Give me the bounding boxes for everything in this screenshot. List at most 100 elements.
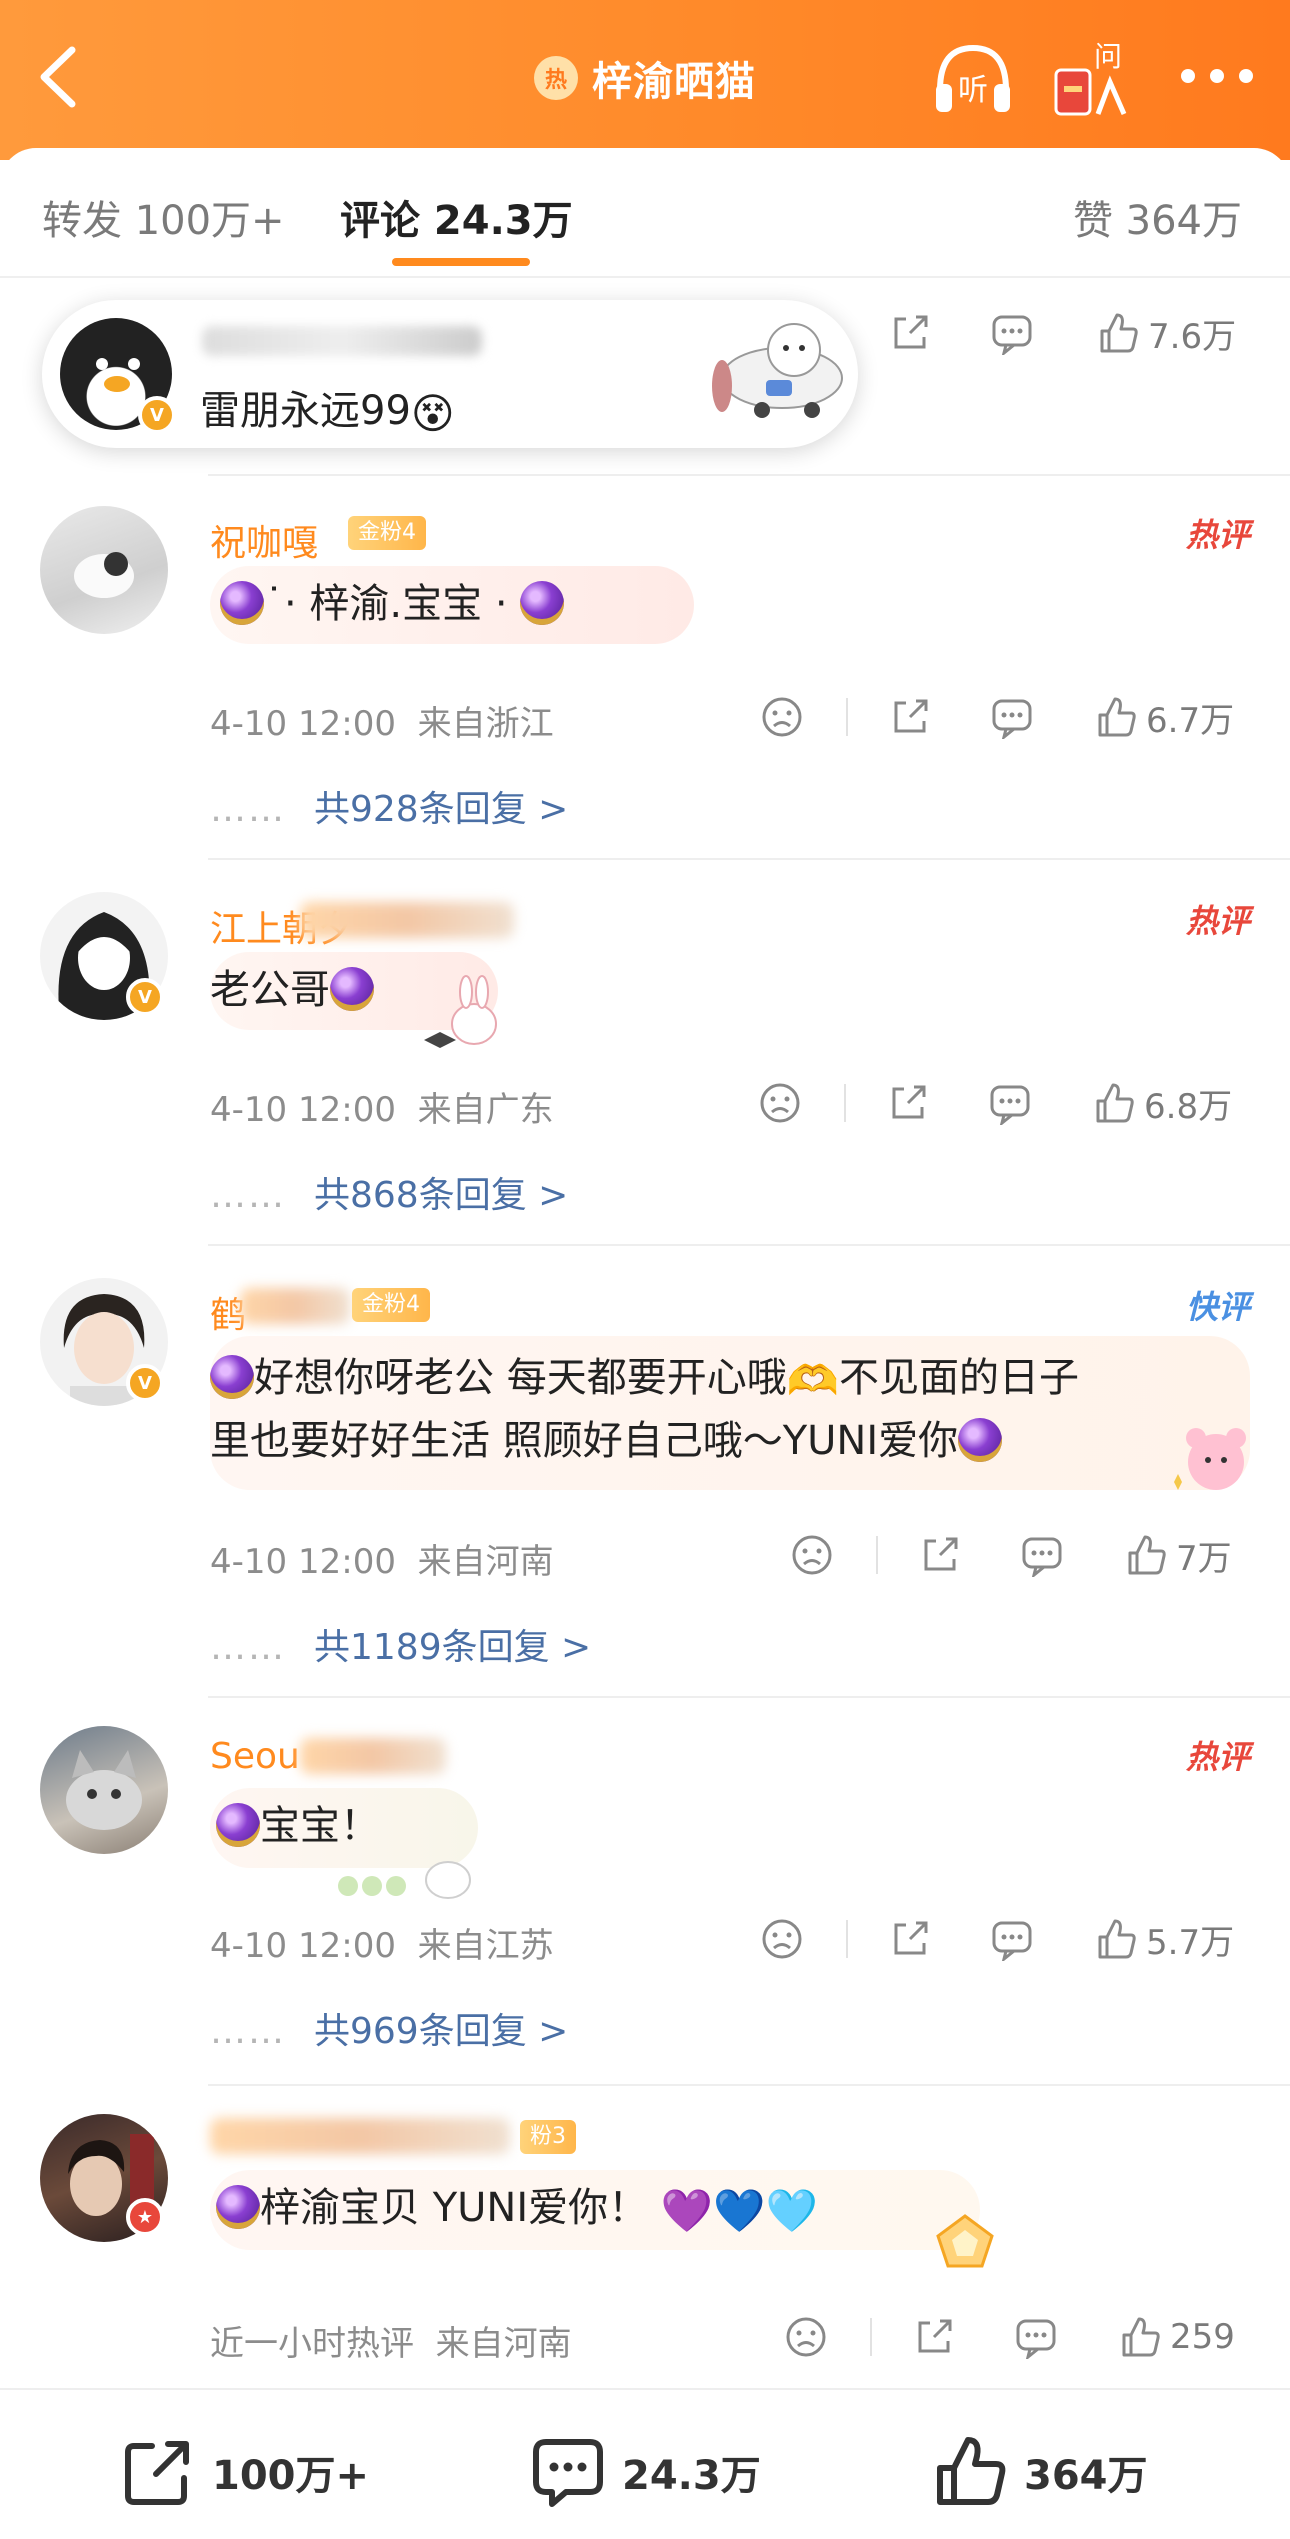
comment-meta: 近一小时热评 来自河南	[210, 2324, 572, 2364]
comment-icon	[1016, 2319, 1056, 2359]
comment-text: 老公哥	[210, 960, 374, 1020]
comment-button[interactable]	[1014, 2312, 1058, 2362]
comment-button[interactable]	[990, 1914, 1034, 1964]
comment-meta: 4-10 12:00 来自浙江	[210, 704, 554, 744]
comment-item: V 鹤 金粉4 快评 好想你呀老公 每天都要开心哦🫶不见面的日子 里也要好好生活…	[0, 1244, 1290, 1694]
crystal-ball-icon	[520, 581, 565, 625]
like-button[interactable]: 259	[1118, 2312, 1235, 2362]
verified-badge: ★	[126, 2198, 164, 2236]
verified-badge: V	[138, 396, 176, 434]
like-button[interactable]: 7.6万	[1096, 308, 1236, 358]
pentagon-badge-icon	[936, 2214, 994, 2268]
bottom-action-bar: 100万+ 24.3万 364万	[0, 2388, 1290, 2539]
bear-sticker-icon	[1174, 1428, 1246, 1490]
page-title[interactable]: 梓渝晒猫	[592, 49, 756, 107]
comment-actions: 6.8万	[758, 1078, 1258, 1128]
emoji-icon: 😵	[410, 389, 455, 438]
share-button[interactable]	[888, 1914, 932, 1964]
comment-item: 祝咖嘎 金粉4 热评 ˙· 梓渝.宝宝 · 4-10 12:00 来自浙江 6.…	[0, 474, 1290, 856]
like-icon	[937, 2437, 1006, 2505]
username[interactable]: 祝咖嘎	[210, 514, 318, 566]
dislike-button[interactable]	[760, 692, 804, 742]
pill-comment-text: 雷朋永远99😵	[200, 388, 455, 438]
blurred-username	[210, 2118, 510, 2154]
comment-button[interactable]	[988, 1078, 1032, 1128]
tab-repost[interactable]: 转发 100万+	[42, 188, 285, 246]
like-button[interactable]: 6.8万	[1092, 1078, 1232, 1128]
comment-actions: 7万	[790, 1530, 1260, 1580]
crystal-ball-icon	[330, 967, 374, 1011]
quick-comment-tag: 快评	[1185, 1288, 1250, 1326]
like-button[interactable]: 5.7万	[1094, 1914, 1234, 1964]
dislike-icon	[760, 1083, 800, 1123]
share-icon	[894, 1921, 928, 1955]
like-button[interactable]: 364万	[932, 2434, 1148, 2510]
tab-like[interactable]: 赞 364万	[1073, 188, 1242, 246]
top-bar: 热 梓渝晒猫 听 问	[0, 0, 1290, 160]
crystal-ball-icon	[958, 1418, 1003, 1462]
comment-icon	[990, 1085, 1030, 1125]
crystal-ball-icon	[216, 1803, 260, 1847]
share-button[interactable]	[918, 1530, 962, 1580]
comment-icon	[992, 315, 1032, 355]
share-icon	[894, 315, 928, 349]
comment-button[interactable]	[1020, 1530, 1064, 1580]
view-replies-link[interactable]: …… 共928条回复 >	[210, 780, 568, 832]
tab-comment[interactable]: 评论 24.3万	[340, 188, 573, 246]
hot-comment-tag: 热评	[1185, 516, 1250, 554]
comment-icon	[533, 2439, 603, 2507]
avatar[interactable]	[40, 1726, 168, 1854]
more-icon[interactable]	[1180, 66, 1254, 86]
comment-button[interactable]	[990, 692, 1034, 742]
comment-button[interactable]	[990, 308, 1034, 358]
blue-heart-icon: 💙	[713, 2186, 766, 2235]
avatar[interactable]	[40, 506, 168, 634]
share-button[interactable]	[886, 1078, 930, 1128]
comment-button[interactable]: 24.3万	[530, 2434, 761, 2510]
comment-icon	[1022, 1537, 1062, 1577]
fan-badge: 金粉4	[352, 1288, 430, 1322]
verified-badge: V	[126, 978, 164, 1016]
dislike-button[interactable]	[758, 1078, 802, 1128]
separator	[876, 1536, 878, 1574]
separator	[846, 698, 848, 736]
username[interactable]: Seou	[210, 1736, 300, 1777]
like-icon	[1100, 313, 1138, 353]
clover-sticker-icon	[338, 1861, 471, 1899]
active-tab-indicator	[392, 258, 530, 266]
verified-badge: V	[126, 1364, 164, 1402]
dislike-button[interactable]	[760, 1914, 804, 1964]
repost-button[interactable]: 100万+	[120, 2434, 369, 2510]
like-icon	[1122, 2317, 1160, 2357]
view-replies-link[interactable]: …… 共969条回复 >	[210, 2002, 568, 2054]
like-button[interactable]: 6.7万	[1094, 692, 1234, 742]
floating-comment-pill[interactable]: V 雷朋永远99😵	[42, 300, 858, 448]
ask-redpacket-icon[interactable]: 问	[1050, 36, 1136, 120]
share-button[interactable]	[888, 692, 932, 742]
fan-badge: 粉3	[520, 2120, 576, 2154]
comment-text: 好想你呀老公 每天都要开心哦🫶不见面的日子 里也要好好生活 照顾好自己哦～YUN…	[210, 1348, 1079, 1471]
like-button[interactable]: 7万	[1124, 1530, 1232, 1580]
comment-item: ★ 粉3 梓渝宝贝 YUNI爱你！ 💜💙🩵 近一小时热评 来自河南 259	[0, 2084, 1290, 2384]
dislike-button[interactable]	[790, 1530, 834, 1580]
view-replies-link[interactable]: …… 共868条回复 >	[210, 1166, 568, 1218]
like-icon	[1098, 1919, 1136, 1959]
like-icon	[1128, 1535, 1166, 1575]
crystal-ball-icon	[220, 581, 264, 625]
crystal-ball-icon	[216, 2185, 260, 2229]
dislike-button[interactable]	[784, 2312, 828, 2362]
dislike-icon	[792, 1535, 832, 1575]
comment-text: 梓渝宝贝 YUNI爱你！ 💜💙🩵	[216, 2178, 818, 2241]
listen-icon[interactable]: 听	[932, 38, 1014, 118]
share-button[interactable]	[912, 2312, 956, 2362]
share-icon	[125, 2441, 189, 2505]
hot-comment-tag: 热评	[1185, 1738, 1250, 1776]
view-replies-link[interactable]: …… 共1189条回复 >	[210, 1618, 591, 1670]
comment-meta: 4-10 12:00 来自江苏	[210, 1926, 554, 1966]
share-icon	[892, 1085, 926, 1119]
share-button[interactable]	[888, 308, 932, 358]
comment-actions: 6.7万	[760, 692, 1260, 742]
tab-bar: 转发 100万+ 评论 24.3万 赞 364万	[0, 148, 1290, 278]
share-icon	[924, 1537, 958, 1571]
light-blue-heart-icon: 🩵	[765, 2186, 818, 2235]
